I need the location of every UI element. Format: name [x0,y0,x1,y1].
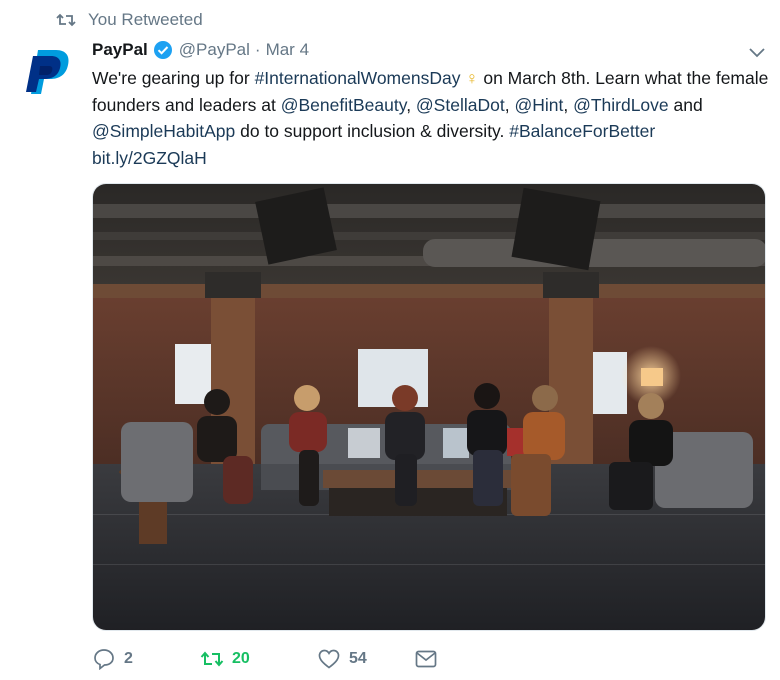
reply-button[interactable]: 2 [92,647,200,671]
text-part: , [406,94,416,115]
retweet-icon [200,647,224,671]
tweet-text: We're gearing up for #InternationalWomen… [92,65,772,171]
retweet-count: 20 [232,650,250,667]
tweet-header: PayPal @PayPal · Mar 4 [92,38,760,62]
verified-badge-icon [153,40,173,60]
reply-count: 2 [124,650,133,667]
text-part: , [504,94,515,115]
venus-emoji: ♀ [465,68,479,88]
retweet-icon [56,10,76,30]
retweet-context: You Retweeted [56,10,203,30]
hashtag-link[interactable]: #BalanceForBetter [509,121,655,141]
like-count: 54 [349,650,367,667]
mention-link[interactable]: @SimpleHabitApp [92,121,235,141]
mention-link[interactable]: @StellaDot [416,95,505,115]
separator-dot: · [254,40,261,59]
mention-link[interactable]: @ThirdLove [573,95,669,115]
retweet-button[interactable]: 20 [200,647,317,671]
text-part: , [563,94,574,115]
url-link[interactable]: bit.ly/2GZQlaH [92,148,207,168]
hashtag-link[interactable]: #InternationalWomensDay [255,68,461,88]
heart-icon [317,647,341,671]
text-part: and [668,94,703,115]
tweet-date[interactable]: Mar 4 [266,38,309,62]
text-part: We're gearing up for [92,68,255,88]
direct-message-button[interactable] [414,647,446,671]
text-part: do to support inclusion & diversity. [235,121,510,141]
reply-icon [92,647,116,671]
tweet-photo[interactable] [92,183,766,631]
author-handle[interactable]: @PayPal [179,38,250,62]
tweet-actions: 2 20 54 [92,646,446,672]
tweet-card[interactable]: You Retweeted PayPal @PayPal · Mar 4 We'… [0,0,780,680]
chevron-down-icon[interactable] [748,44,766,62]
author-name[interactable]: PayPal [92,38,148,62]
envelope-icon [414,647,438,671]
mention-link[interactable]: @Hint [514,95,563,115]
mention-link[interactable]: @BenefitBeauty [281,95,406,115]
like-button[interactable]: 54 [317,647,414,671]
paypal-logo[interactable] [22,46,74,98]
retweet-context-label: You Retweeted [88,10,203,29]
